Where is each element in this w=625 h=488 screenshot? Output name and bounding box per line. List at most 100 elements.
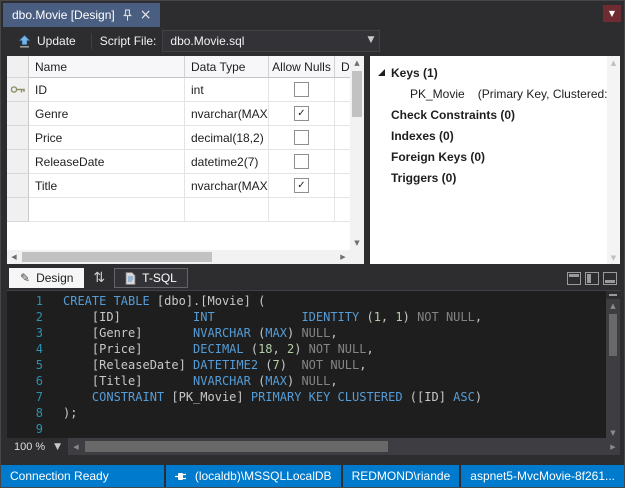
tree-group[interactable]: Triggers (0) — [370, 167, 620, 188]
allow-nulls-checkbox[interactable]: ✓ — [294, 106, 309, 121]
code-line[interactable]: 8); — [7, 405, 620, 421]
status-segment[interactable]: aspnet5-MvcMovie-8f261... — [459, 465, 624, 487]
editor-vscroll-thumb[interactable] — [609, 314, 617, 356]
allow-nulls-cell[interactable]: ✓ — [269, 174, 335, 198]
default-cell[interactable] — [335, 126, 350, 150]
allow-nulls-cell[interactable] — [269, 150, 335, 174]
row-selector[interactable] — [7, 126, 29, 150]
tree-group[interactable]: Indexes (0) — [370, 125, 620, 146]
scroll-up-icon[interactable]: ▲ — [350, 56, 364, 70]
row-selector[interactable] — [7, 150, 29, 174]
table-row[interactable]: Titlenvarchar(MAX) ✓ — [7, 174, 350, 198]
script-file-combobox[interactable]: dbo.Movie.sql ▼ — [162, 30, 380, 52]
document-tab[interactable]: dbo.Movie [Design] × — [3, 3, 160, 27]
scroll-right-icon[interactable]: ▶ — [606, 438, 620, 455]
default-cell[interactable] — [335, 174, 350, 198]
default-cell[interactable] — [335, 78, 350, 102]
row-selector[interactable] — [7, 102, 29, 126]
table-row[interactable]: ReleaseDatedatetime2(7) — [7, 150, 350, 174]
pin-icon[interactable] — [123, 9, 132, 22]
column-header-default[interactable]: D — [335, 56, 350, 78]
code-line[interactable]: 4 [Price] DECIMAL (18, 2) NOT NULL, — [7, 341, 620, 357]
editor-vertical-scrollbar[interactable]: ▲ ▼ — [606, 291, 620, 439]
tsql-editor[interactable]: 1CREATE TABLE [dbo].[Movie] (2 [ID] INT … — [7, 290, 620, 439]
column-name-cell[interactable] — [29, 198, 185, 222]
column-name-cell[interactable]: ReleaseDate — [29, 150, 185, 174]
scroll-down-icon[interactable]: ▼ — [350, 236, 364, 250]
tree-group[interactable]: Foreign Keys (0) — [370, 146, 620, 167]
splitter-grip[interactable] — [606, 291, 620, 299]
data-type-cell[interactable]: nvarchar(MAX) — [185, 102, 269, 126]
default-cell[interactable] — [335, 102, 350, 126]
tree-group[interactable]: Keys (1) — [370, 62, 620, 83]
status-segment[interactable]: REDMOND\riande — [341, 465, 460, 487]
tab-tsql[interactable]: T-SQL — [114, 268, 188, 288]
tab-design[interactable]: ✎ Design — [9, 268, 84, 288]
column-name-cell[interactable]: Genre — [29, 102, 185, 126]
tree-group[interactable]: Check Constraints (0) — [370, 104, 620, 125]
data-type-cell[interactable]: decimal(18,2) — [185, 126, 269, 150]
tree-item[interactable]: PK_Movie(Primary Key, Clustered: I — [370, 83, 620, 104]
allow-nulls-cell[interactable] — [269, 78, 335, 102]
editor-hscroll-thumb[interactable] — [85, 441, 388, 452]
column-header-data-type[interactable]: Data Type — [185, 56, 269, 78]
row-selector[interactable] — [7, 198, 29, 222]
scroll-right-icon[interactable]: ▶ — [336, 250, 350, 264]
scroll-left-icon[interactable]: ◀ — [69, 438, 83, 455]
code-line[interactable]: 1CREATE TABLE [dbo].[Movie] ( — [7, 293, 620, 309]
scroll-up-icon[interactable]: ▲ — [606, 299, 620, 312]
default-cell[interactable] — [335, 150, 350, 174]
code-line[interactable]: 9 — [7, 421, 620, 437]
update-button[interactable]: Update — [11, 31, 83, 51]
horizontal-split-icon[interactable] — [567, 272, 581, 285]
column-header-selector[interactable] — [7, 56, 29, 78]
grid-hscroll-thumb[interactable] — [22, 252, 212, 262]
scroll-down-icon[interactable]: ▼ — [607, 251, 620, 264]
panel-vertical-scrollbar[interactable]: ▲ ▼ — [607, 56, 620, 264]
expanded-arrow-icon[interactable] — [378, 69, 385, 76]
allow-nulls-checkbox[interactable] — [294, 154, 309, 169]
default-cell[interactable] — [335, 198, 350, 222]
maximize-pane-icon[interactable] — [603, 272, 617, 285]
close-icon[interactable]: × — [140, 8, 152, 22]
swap-panes-button[interactable]: ⇅ — [90, 270, 108, 286]
status-segment[interactable]: (localdb)\MSSQLLocalDB — [164, 465, 341, 487]
code-line[interactable]: 5 [ReleaseDate] DATETIME2 (7) NOT NULL, — [7, 357, 620, 373]
data-type-cell[interactable]: nvarchar(MAX) — [185, 174, 269, 198]
vertical-split-icon[interactable] — [585, 272, 599, 285]
allow-nulls-cell[interactable] — [269, 126, 335, 150]
zoom-control[interactable]: 100 % ▼ — [7, 438, 69, 455]
column-name-cell[interactable]: ID — [29, 78, 185, 102]
column-name-cell[interactable]: Title — [29, 174, 185, 198]
scroll-up-icon[interactable]: ▲ — [607, 56, 620, 69]
grid-horizontal-scrollbar[interactable]: ◀ ▶ — [7, 250, 350, 264]
allow-nulls-cell[interactable] — [269, 198, 335, 222]
grid-vscroll-thumb[interactable] — [352, 71, 362, 117]
tab-list-dropdown-button[interactable]: ▼ — [603, 5, 621, 22]
allow-nulls-checkbox[interactable]: ✓ — [294, 178, 309, 193]
data-type-cell[interactable] — [185, 198, 269, 222]
table-row[interactable]: Pricedecimal(18,2) — [7, 126, 350, 150]
editor-horizontal-scrollbar[interactable]: ◀ ▶ — [69, 438, 620, 455]
code-line[interactable]: 6 [Title] NVARCHAR (MAX) NULL, — [7, 373, 620, 389]
scroll-left-icon[interactable]: ◀ — [7, 250, 21, 264]
allow-nulls-cell[interactable]: ✓ — [269, 102, 335, 126]
table-row[interactable]: IDint — [7, 78, 350, 102]
code-line[interactable]: 3 [Genre] NVARCHAR (MAX) NULL, — [7, 325, 620, 341]
allow-nulls-checkbox[interactable] — [294, 130, 309, 145]
column-header-name[interactable]: Name — [29, 56, 185, 78]
code-line[interactable]: 7 CONSTRAINT [PK_Movie] PRIMARY KEY CLUS… — [7, 389, 620, 405]
data-type-cell[interactable]: int — [185, 78, 269, 102]
column-header-allow-nulls[interactable]: Allow Nulls — [269, 56, 335, 78]
row-selector-primary-key[interactable] — [7, 78, 29, 102]
code-line[interactable]: 2 [ID] INT IDENTITY (1, 1) NOT NULL, — [7, 309, 620, 325]
grid-vertical-scrollbar[interactable]: ▲ ▼ — [350, 56, 364, 250]
code-area[interactable]: 1CREATE TABLE [dbo].[Movie] (2 [ID] INT … — [7, 291, 620, 437]
toolbar-separator — [91, 33, 92, 49]
table-row[interactable] — [7, 198, 350, 222]
allow-nulls-checkbox[interactable] — [294, 82, 309, 97]
data-type-cell[interactable]: datetime2(7) — [185, 150, 269, 174]
column-name-cell[interactable]: Price — [29, 126, 185, 150]
table-row[interactable]: Genrenvarchar(MAX) ✓ — [7, 102, 350, 126]
row-selector[interactable] — [7, 174, 29, 198]
